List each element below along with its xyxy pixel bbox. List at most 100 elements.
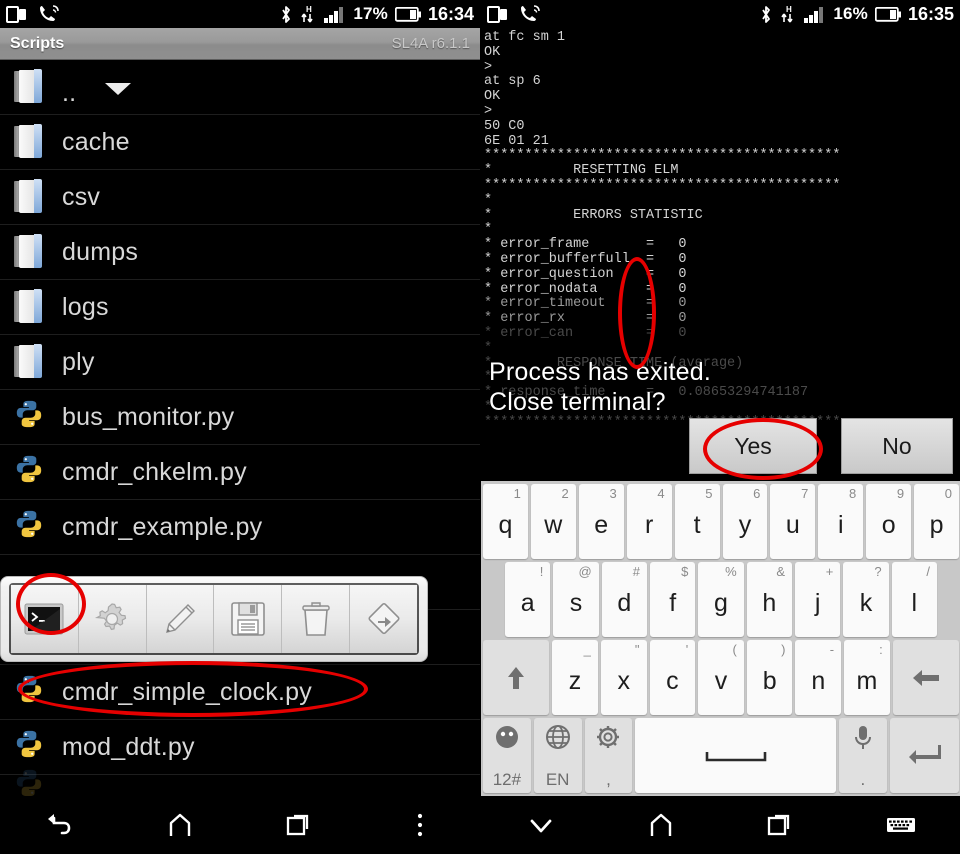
multiwindow-icon [6,5,28,23]
key-r[interactable]: 4r [626,484,672,559]
file-list-row-script[interactable]: bus_monitor.py [0,390,480,445]
file-list-row-script[interactable]: cmdr_chkelm.py [0,445,480,500]
file-list-row-folder[interactable]: logs [0,280,480,335]
svg-text:H: H [306,5,312,14]
context-action-floppy-disk-button[interactable] [214,585,283,653]
key-y[interactable]: 6y [722,484,768,559]
context-action-pencil-button[interactable] [146,585,215,653]
nav-recents-button[interactable] [721,796,841,854]
file-list-row-folder[interactable]: .. [0,60,480,115]
keyboard-row-4[interactable]: 12# EN,. [483,718,959,793]
file-list-row-script[interactable]: cmdr_simple_clock.py [0,665,480,720]
nav-recents-button[interactable] [240,796,360,854]
key-primary-label: d [617,589,632,617]
dialog-no-button[interactable]: No [841,418,953,474]
key-language[interactable]: EN [533,718,582,793]
key-x[interactable]: " x [600,640,647,715]
folder-icon [14,344,44,378]
nav-hide-keyboard-button[interactable] [481,796,601,854]
key-h[interactable]: & h [746,562,792,637]
key-t[interactable]: 5t [674,484,720,559]
context-action-gear-button[interactable] [78,585,147,653]
keyboard-row-1[interactable]: 1q2w3e4r5t6y7u8i9o0p [482,484,960,559]
key-shift[interactable] [483,640,550,715]
file-list-row-folder[interactable]: ply [0,335,480,390]
key-primary-label: r [644,511,654,539]
key-settings[interactable]: , [584,718,633,793]
call-signal-icon [519,4,543,24]
right-nav-bar[interactable] [481,796,960,854]
context-action-rename-sign-button[interactable] [350,585,417,653]
key-secondary-label: 0 [944,486,953,501]
context-action-toolbar[interactable] [0,576,428,662]
key-u[interactable]: 7u [770,484,816,559]
key-enter[interactable] [889,718,959,793]
enter-arrow-icon [907,742,942,770]
folder-icon [14,124,44,158]
multiwindow-icon [487,5,509,23]
key-l[interactable]: / l [891,562,937,637]
dialog-yes-button[interactable]: Yes [689,418,817,474]
nav-home-button[interactable] [601,796,721,854]
key-g[interactable]: % g [698,562,744,637]
key-secondary-label: ! [539,564,544,579]
file-list-row-folder[interactable]: csv [0,170,480,225]
context-action-trash-button[interactable] [282,585,351,653]
key-primary-label: s [569,589,583,617]
key-secondary-label: ' [685,642,689,657]
script-file-list[interactable]: .. cache csv dumps logs ply bus_monitor.pycmdr… [0,60,480,797]
key-w[interactable]: 2w [530,484,576,559]
key-o[interactable]: 9o [866,484,912,559]
key-primary-label: u [785,511,800,539]
key-d[interactable]: # d [601,562,647,637]
folder-icon [14,69,44,103]
file-list-row-script[interactable] [0,769,480,797]
file-list-row-folder[interactable]: cache [0,115,480,170]
key-c[interactable]: ' c [649,640,696,715]
nav-keyboard-button[interactable] [841,796,960,854]
key-a[interactable]: ! a [505,562,551,637]
context-action-terminal-button[interactable] [11,585,79,653]
key-s[interactable]: @ s [553,562,599,637]
key-j[interactable]: + j [794,562,841,637]
key-i[interactable]: 8i [818,484,864,559]
nav-home-button[interactable] [120,796,240,854]
key-microphone[interactable]: . [838,718,887,793]
python-file-icon [16,675,42,703]
key-f[interactable]: $ f [650,562,696,637]
emoji-face-icon [483,724,531,750]
gear-icon [92,599,132,639]
spacebar-icon [705,748,767,764]
bluetooth-icon [759,5,773,24]
file-list-row-script[interactable]: cmdr_example.py [0,500,480,555]
nav-back-button[interactable] [0,796,120,854]
left-nav-bar[interactable] [0,796,480,854]
key-v[interactable]: (v [698,640,744,715]
key-k[interactable]: ? k [843,562,889,637]
page-title: Scripts [10,34,65,52]
key-q[interactable]: 1q [482,484,528,559]
key-primary-label: y [738,511,752,539]
file-row-icon [14,69,46,105]
file-name-label: bus_monitor.py [62,402,235,431]
key-backspace[interactable] [892,640,959,715]
battery-icon [874,6,901,22]
onscreen-keyboard[interactable]: 1q2w3e4r5t6y7u8i9o0p ! a @ s # d $ f% g & h + j? k / l … [481,481,960,796]
key-symbols[interactable]: 12# [483,718,531,793]
key-space[interactable] [635,718,836,793]
key-z[interactable]: _ z [552,640,598,715]
terminal-line: * error_bufferfull = 0 [484,251,687,267]
key-e[interactable]: 3e [578,484,624,559]
key-p[interactable]: 0p [914,484,960,559]
file-list-row-folder[interactable]: dumps [0,225,480,280]
key-m[interactable]: :m [844,640,890,715]
keyboard-row-2[interactable]: ! a @ s # d $ f% g & h + j? k / l [483,562,959,637]
key-b[interactable]: ) b [746,640,793,715]
file-list-row-script[interactable]: mod_ddt.py [0,720,480,775]
key-n[interactable]: -n [795,640,842,715]
keyboard-row-3[interactable]: _ z " x ' c(v) b - n: m [483,640,959,715]
hspa-data-icon: H [780,4,797,24]
key-secondary-label: " [634,642,640,657]
sl4a-title-bar: Scripts SL4A r6.1.1 [0,28,480,60]
nav-menu-button[interactable] [360,796,480,854]
